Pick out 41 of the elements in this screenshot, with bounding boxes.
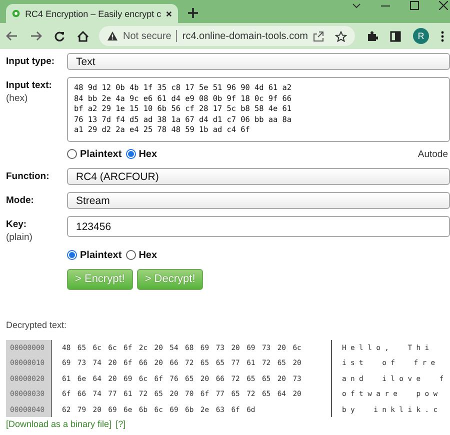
input-type-label: Input type: bbox=[6, 56, 56, 67]
key-label: Key: bbox=[6, 218, 28, 230]
close-icon[interactable] bbox=[166, 10, 172, 18]
forward-icon[interactable] bbox=[30, 31, 42, 41]
url-text: rc4.online-domain-tools.com bbox=[182, 30, 308, 42]
help-link[interactable]: [?] bbox=[116, 419, 126, 429]
new-tab-icon[interactable] bbox=[188, 8, 198, 18]
back-icon[interactable] bbox=[6, 31, 18, 41]
browser-tab[interactable]: RC4 Encryption – Easily encrypt c bbox=[6, 4, 178, 23]
mode-label: Mode: bbox=[6, 194, 35, 206]
star-icon[interactable] bbox=[335, 30, 347, 42]
more-icon[interactable] bbox=[441, 30, 444, 42]
download-link[interactable]: [Download as a binary file] bbox=[6, 419, 112, 429]
autodetect-label: Autode bbox=[418, 148, 448, 160]
output-label: Decrypted text: bbox=[6, 320, 68, 330]
key-format-radio[interactable]: Plaintext bbox=[67, 250, 122, 260]
mode-select[interactable]: Stream bbox=[67, 192, 450, 208]
reload-icon[interactable] bbox=[54, 30, 65, 42]
key-format-radio[interactable]: Hex bbox=[126, 250, 158, 260]
home-icon[interactable] bbox=[77, 30, 89, 42]
key-input[interactable]: 123456 bbox=[67, 216, 450, 236]
input-text-format-radio[interactable]: Hex bbox=[126, 148, 158, 160]
input-text-label: Input text: bbox=[6, 80, 53, 91]
input-text-format-radio[interactable]: Plaintext bbox=[67, 148, 122, 160]
puzzle-icon[interactable] bbox=[367, 30, 378, 42]
site-icon bbox=[12, 8, 20, 19]
profile-avatar[interactable]: R bbox=[413, 28, 429, 44]
key-format-label: (plain) bbox=[6, 232, 34, 242]
tab-title: RC4 Encryption – Easily encrypt c bbox=[25, 8, 162, 18]
maximize-icon[interactable] bbox=[410, 1, 419, 10]
address-bar[interactable]: Not secure rc4.online-domain-tools.com bbox=[99, 26, 355, 46]
security-label: Not secure bbox=[123, 30, 172, 42]
function-label: Function: bbox=[6, 170, 50, 182]
share-icon[interactable] bbox=[313, 30, 324, 42]
side-panel-icon[interactable] bbox=[390, 30, 401, 42]
function-select[interactable]: RC4 (ARCFOUR) bbox=[67, 168, 450, 184]
chevron-down-icon[interactable] bbox=[352, 2, 361, 10]
warning-icon bbox=[107, 31, 118, 41]
input-type-select[interactable]: Text bbox=[67, 53, 450, 70]
close-window-icon[interactable] bbox=[439, 1, 448, 10]
input-text-format-label: (hex) bbox=[6, 93, 29, 104]
